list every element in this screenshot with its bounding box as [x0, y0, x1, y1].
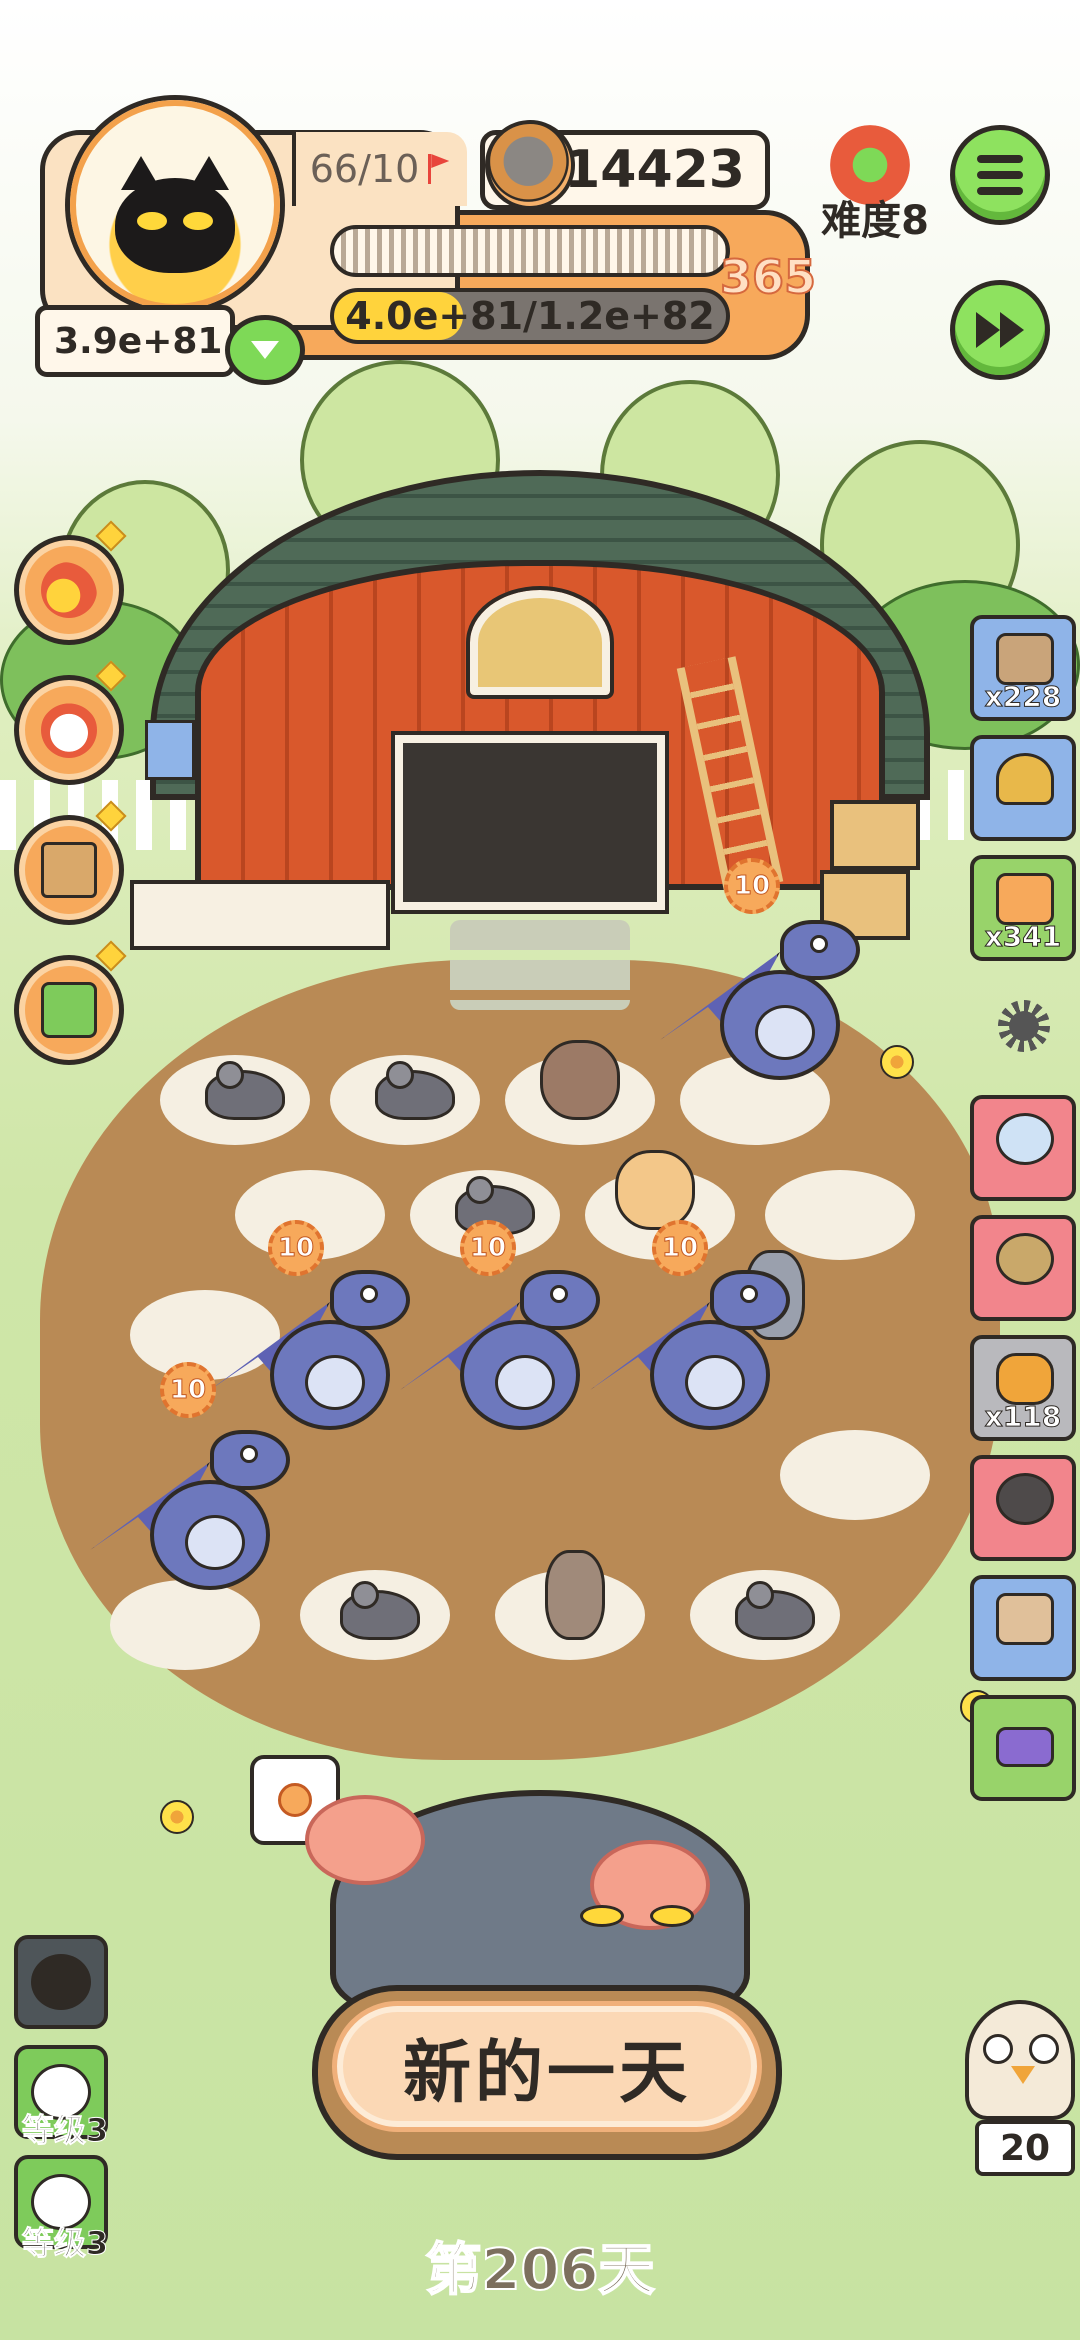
monster-eye [580, 1905, 624, 1927]
coin-value: 14423 [564, 140, 745, 200]
down-arrow-icon [251, 341, 279, 359]
progress-text: 4.0e+81/1.2e+82 [345, 294, 715, 338]
energy-stripe-bar [330, 225, 730, 277]
item-slot-sack[interactable]: x228 [970, 615, 1076, 721]
medal-icon [278, 1783, 312, 1817]
character-level-label: 等级3 [21, 2224, 109, 2263]
left-menu-button-eggs[interactable] [14, 535, 124, 645]
dragon[interactable] [90, 1430, 290, 1600]
barn-window [466, 586, 614, 699]
credit-card-icon [996, 1727, 1054, 1767]
item-slot-arcade[interactable] [970, 1575, 1076, 1681]
item-count: x228 [984, 680, 1062, 714]
character-slot-dark[interactable] [14, 1935, 108, 2029]
box-icon [41, 842, 97, 898]
monster-hair [305, 1795, 425, 1885]
capacity-value: 66/10 [309, 147, 420, 191]
black-cat-icon [115, 155, 235, 273]
dragon[interactable] [590, 1270, 790, 1440]
item-count: x118 [984, 1400, 1062, 1434]
player-avatar[interactable] [70, 100, 280, 310]
love-creature-icon [996, 1473, 1054, 1525]
item-count: x341 [984, 920, 1062, 954]
owl[interactable] [965, 2000, 1075, 2120]
coin-badge[interactable]: 10 [268, 1220, 324, 1276]
mouse[interactable] [735, 1581, 815, 1640]
fast-forward-button[interactable] [950, 280, 1050, 380]
difficulty-label: 难度8 [821, 198, 929, 244]
item-slot-ticket[interactable]: x341 [970, 855, 1076, 961]
first-aid-kit-icon [41, 982, 97, 1038]
carrot-planter [130, 880, 390, 950]
stepping-stones [450, 920, 630, 1010]
hamster[interactable] [540, 1040, 620, 1120]
capacity-display: 66/10 [292, 132, 467, 206]
item-slot-cloud-creature[interactable] [970, 1095, 1076, 1201]
left-menu-button-box[interactable] [14, 815, 124, 925]
new-day-label: 新的一天 [332, 2001, 762, 2132]
menu-button[interactable] [950, 125, 1050, 225]
dragon[interactable] [400, 1270, 600, 1440]
trophy-icon [996, 753, 1054, 805]
birdhouse [145, 720, 195, 780]
mouse[interactable] [340, 1581, 420, 1640]
dragon[interactable] [210, 1270, 410, 1440]
egg-bowl-icon [41, 562, 97, 618]
cloud-creature-icon [996, 1113, 1054, 1165]
hamster[interactable] [615, 1150, 695, 1230]
character-level-label: 等级3 [21, 2111, 109, 2150]
flag-icon [425, 152, 453, 186]
energy-counter: 365 [719, 249, 817, 305]
owl-counter: 20 [975, 2120, 1075, 2176]
monster-eye [650, 1905, 694, 1927]
field-hole[interactable] [765, 1170, 915, 1260]
coin-badge[interactable]: 10 [460, 1220, 516, 1276]
coin-badge[interactable]: 10 [724, 858, 780, 914]
mouse[interactable] [375, 1061, 455, 1120]
item-slot-snake[interactable] [970, 1215, 1076, 1321]
coin-badge[interactable]: 10 [652, 1220, 708, 1276]
stat-display: 3.9e+81 [35, 305, 235, 377]
dragon[interactable] [660, 920, 860, 1090]
mouse[interactable] [205, 1061, 285, 1120]
sack-icon [996, 633, 1054, 685]
apple-crate [830, 800, 920, 870]
arcade-machine-icon [996, 1593, 1054, 1645]
field-hole[interactable] [780, 1430, 930, 1520]
rabbit[interactable] [545, 1550, 605, 1640]
item-slot-card[interactable] [970, 1695, 1076, 1801]
dark-creature-icon [31, 1954, 91, 2010]
new-day-button[interactable]: 新的一天 [312, 1985, 782, 2160]
fast-forward-icon [976, 312, 1024, 348]
snake-icon [996, 1233, 1054, 1285]
worm-icon [996, 1353, 1054, 1405]
item-slot-worm[interactable]: x118 [970, 1335, 1076, 1441]
left-menu-button-chicken[interactable] [14, 675, 124, 785]
gear-icon[interactable] [998, 1000, 1050, 1052]
day-counter: 第206天 [425, 2237, 656, 2304]
barn-door [391, 731, 669, 914]
stat-value: 3.9e+81 [54, 320, 223, 362]
ticket-icon [996, 873, 1054, 925]
coin-badge[interactable]: 10 [160, 1362, 216, 1418]
item-slot-trophy[interactable] [970, 735, 1076, 841]
chicken-icon [41, 702, 97, 758]
shield-button[interactable] [225, 315, 305, 385]
flower [880, 1045, 914, 1079]
left-menu-button-medkit[interactable] [14, 955, 124, 1065]
item-slot-love-creature[interactable] [970, 1455, 1076, 1561]
flower [160, 1800, 194, 1834]
list-icon [977, 155, 1023, 195]
